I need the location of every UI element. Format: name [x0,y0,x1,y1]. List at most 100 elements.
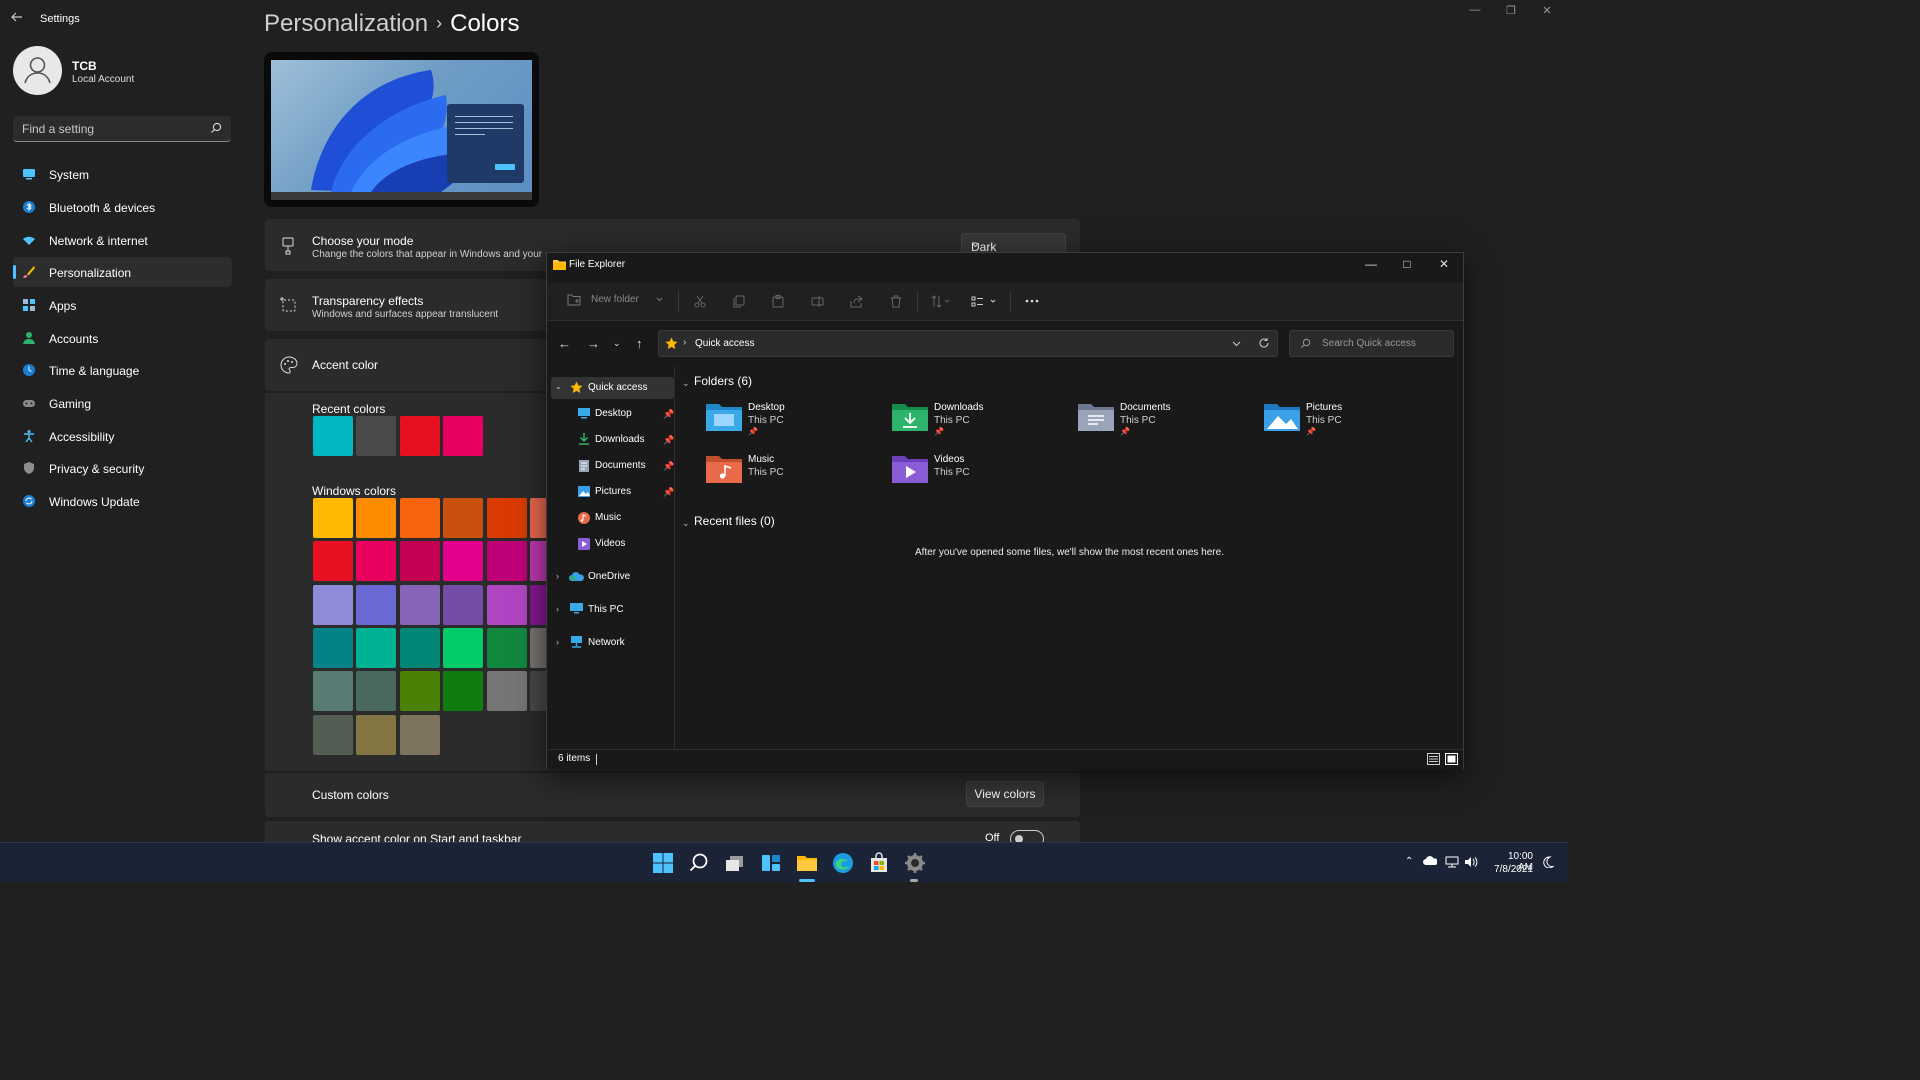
collapse-chevron-icon[interactable]: ⌄ [682,378,690,389]
restore-button[interactable]: ❐ [1496,4,1526,22]
windows-color-swatch[interactable] [399,498,440,538]
network-tray-icon[interactable] [1445,856,1459,868]
folders-header[interactable]: Folders (6) [694,374,752,388]
recent-locations-icon[interactable]: ⌄ [613,338,621,349]
sidebar-item-accounts[interactable]: Accounts [13,323,232,353]
store-icon[interactable] [867,851,891,875]
clock-date[interactable]: 7/8/2021 [1492,864,1533,875]
recent-color-swatch[interactable] [313,416,353,456]
windows-color-swatch[interactable] [443,671,484,712]
more-icon[interactable] [1025,299,1039,303]
tree-item-desktop[interactable]: Desktop [595,408,632,419]
sidebar-item-accessibility[interactable]: Accessibility [13,421,232,451]
explorer-search-input[interactable]: Search Quick access [1289,330,1454,357]
folder-tile[interactable]: Desktop This PC 📌 [706,400,886,444]
tree-item-onedrive[interactable]: OneDrive [588,571,630,582]
address-location[interactable]: Quick access [695,338,754,349]
sidebar-item-apps[interactable]: Apps [13,290,232,320]
up-arrow-icon[interactable]: ↑ [636,336,643,351]
windows-color-swatch[interactable] [313,541,353,582]
windows-color-swatch[interactable] [313,584,353,625]
windows-color-swatch[interactable] [356,627,397,668]
windows-color-swatch[interactable] [313,714,353,755]
windows-color-swatch[interactable] [486,627,527,668]
windows-color-swatch[interactable] [399,714,440,755]
recent-color-swatch[interactable] [356,416,397,456]
back-arrow-icon[interactable]: ← [558,336,571,351]
windows-color-swatch[interactable] [443,584,484,625]
sidebar-item-time-language[interactable]: Time & language [13,355,232,385]
minimize-button[interactable]: — [1356,257,1386,273]
start-icon[interactable] [651,851,675,875]
sidebar-item-bluetooth[interactable]: Bluetooth & devices [13,192,232,222]
onedrive-tray-icon[interactable] [1423,856,1437,866]
volume-icon[interactable] [1464,856,1478,868]
windows-color-swatch[interactable] [356,714,397,755]
expand-chevron-icon[interactable]: › [556,604,559,614]
tree-item-music[interactable]: Music [595,512,621,523]
maximize-button[interactable]: □ [1392,257,1422,273]
share-icon[interactable] [850,295,863,308]
collapse-chevron-icon[interactable]: ⌄ [682,518,690,529]
windows-color-swatch[interactable] [399,541,440,582]
windows-color-swatch[interactable] [356,584,397,625]
details-view-icon[interactable] [1427,753,1440,765]
address-bar[interactable]: › Quick access [658,330,1278,357]
delete-icon[interactable] [890,295,902,308]
windows-color-swatch[interactable] [356,498,397,538]
windows-color-swatch[interactable] [443,498,484,538]
edge-icon[interactable] [831,851,855,875]
paste-icon[interactable] [772,295,784,308]
sidebar-item-gaming[interactable]: Gaming [13,388,232,418]
rename-icon[interactable] [811,295,824,308]
refresh-icon[interactable] [1258,337,1270,349]
avatar[interactable] [13,46,62,95]
copy-icon[interactable] [733,295,745,308]
folder-tile[interactable]: Music This PC [706,452,886,496]
tree-item-quick-access[interactable]: Quick access [588,382,647,393]
recent-color-swatch[interactable] [399,416,440,456]
windows-color-swatch[interactable] [399,584,440,625]
recent-files-header[interactable]: Recent files (0) [694,514,775,528]
folder-tile[interactable]: Downloads This PC 📌 [892,400,1072,444]
task-view-icon[interactable] [723,851,747,875]
show-hidden-icons-icon[interactable]: ⌃ [1405,856,1413,867]
close-button[interactable]: ✕ [1429,257,1459,273]
cut-icon[interactable] [694,295,706,308]
windows-color-swatch[interactable] [443,541,484,582]
sidebar-item-windows-update[interactable]: Windows Update [13,486,232,516]
windows-color-swatch[interactable] [486,584,527,625]
chevron-down-icon[interactable] [1232,341,1241,347]
folder-tile[interactable]: Videos This PC [892,452,1072,496]
windows-color-swatch[interactable] [356,541,397,582]
back-icon[interactable] [10,10,30,30]
windows-color-swatch[interactable] [313,671,353,712]
tree-item-videos[interactable]: Videos [595,538,625,549]
windows-color-swatch[interactable] [443,627,484,668]
folder-tile[interactable]: Documents This PC 📌 [1078,400,1258,444]
windows-color-swatch[interactable] [486,671,527,712]
windows-color-swatch[interactable] [356,671,397,712]
tree-item-downloads[interactable]: Downloads [595,434,644,445]
expand-chevron-icon[interactable]: › [556,637,559,647]
windows-color-swatch[interactable] [486,498,527,538]
expand-chevron-icon[interactable]: › [556,571,559,581]
search-icon[interactable] [687,851,711,875]
windows-color-swatch[interactable] [486,541,527,582]
view-icon[interactable] [971,295,997,308]
tree-item-pictures[interactable]: Pictures [595,486,631,497]
minimize-button[interactable]: — [1460,4,1490,22]
windows-color-swatch[interactable] [313,627,353,668]
windows-color-swatch[interactable] [399,627,440,668]
sidebar-item-network[interactable]: Network & internet [13,225,232,255]
folder-tile[interactable]: Pictures This PC 📌 [1264,400,1444,444]
new-folder-icon[interactable] [567,293,581,306]
sort-icon[interactable] [931,295,951,308]
widgets-icon[interactable] [759,851,783,875]
focus-assist-icon[interactable] [1542,856,1554,868]
sidebar-item-system[interactable]: System [13,159,232,189]
forward-arrow-icon[interactable]: → [587,336,600,351]
tree-item-documents[interactable]: Documents [595,460,646,471]
close-button[interactable]: ✕ [1532,4,1562,22]
settings-icon[interactable] [903,851,927,875]
